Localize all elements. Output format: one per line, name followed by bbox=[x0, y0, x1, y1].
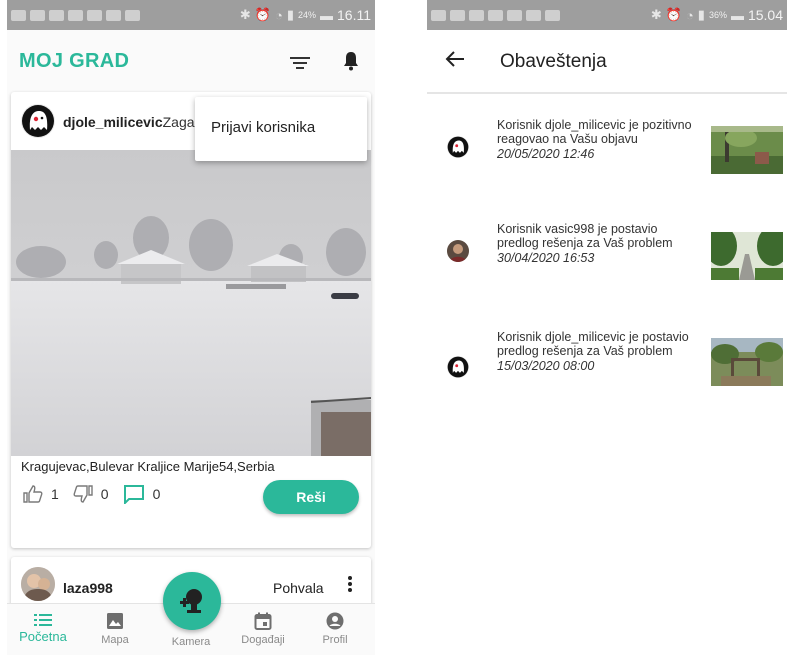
notification-thumbnail bbox=[711, 232, 783, 280]
user-photo-icon bbox=[21, 567, 55, 601]
alarm-icon: ⏰ bbox=[254, 7, 271, 22]
alarm-icon: ⏰ bbox=[665, 7, 682, 22]
status-bar: ✱ ⏰ ◔ ▮ 24% ▬ 16.11 bbox=[7, 0, 375, 30]
signal-icon: ▮ bbox=[286, 7, 294, 22]
ghost-avatar-icon bbox=[22, 105, 54, 137]
notification-icons bbox=[7, 9, 140, 21]
notification-avatar bbox=[447, 240, 469, 262]
post-location: Kragujevac,Bulevar Kraljice Marije54,Ser… bbox=[21, 459, 275, 474]
page-title: Obaveštenja bbox=[500, 51, 607, 72]
notification-text: Korisnik djole_milicevic je postavio pre… bbox=[497, 330, 697, 373]
nav-label-home: Početna bbox=[19, 629, 67, 644]
image-icon bbox=[107, 613, 123, 629]
filter-icon[interactable] bbox=[290, 54, 310, 70]
notification-thumbnail bbox=[711, 126, 783, 174]
post-image[interactable] bbox=[11, 150, 371, 456]
list-icon bbox=[34, 614, 52, 626]
snow-landscape-photo bbox=[11, 150, 371, 456]
battery-percent: 36% bbox=[708, 10, 727, 20]
nav-label-profile: Profil bbox=[322, 634, 348, 646]
notification-text: Korisnik vasic998 je postavio predlog re… bbox=[497, 222, 697, 265]
notification-date: 20/05/2020 12:46 bbox=[497, 147, 595, 161]
notification-thumbnail bbox=[711, 338, 783, 386]
notification-message: Korisnik vasic998 je postavio predlog re… bbox=[497, 222, 673, 250]
app-title: MOJ GRAD bbox=[19, 50, 130, 72]
nav-label-map: Mapa bbox=[101, 634, 129, 646]
notification-message: Korisnik djole_milicevic je pozitivno re… bbox=[497, 118, 692, 146]
app-bar: MOJ GRAD bbox=[7, 30, 375, 90]
bluetooth-icon: ✱ bbox=[650, 7, 662, 22]
left-phone-screen: ✱ ⏰ ◔ ▮ 24% ▬ 16.11 MOJ GRAD djole_milic… bbox=[7, 0, 375, 655]
nav-item-map[interactable]: Mapa bbox=[79, 610, 151, 646]
signal-icon: ▮ bbox=[697, 7, 705, 22]
back-arrow-icon[interactable] bbox=[445, 50, 465, 68]
overflow-menu: Prijavi korisnika bbox=[195, 97, 367, 161]
reactions-bar: 1 0 0 bbox=[23, 484, 160, 504]
more-options-icon[interactable] bbox=[347, 574, 353, 594]
playground-photo bbox=[711, 338, 783, 386]
notification-item[interactable]: Korisnik djole_milicevic je postavio pre… bbox=[427, 330, 787, 400]
wifi-icon: ◔ bbox=[274, 7, 283, 23]
status-time: 15.04 bbox=[747, 7, 783, 23]
like-count: 1 bbox=[51, 486, 59, 502]
nav-label-events: Događaji bbox=[241, 634, 285, 646]
username-text: djole_milicevic bbox=[63, 114, 163, 130]
notifications-app-bar: Obaveštenja bbox=[427, 30, 787, 94]
right-phone-screen: ✱ ⏰ ◔ ▮ 36% ▬ 15.04 Obaveštenja Korisnik… bbox=[427, 0, 787, 655]
add-report-icon bbox=[180, 589, 202, 613]
battery-percent: 24% bbox=[297, 10, 316, 20]
menu-item-report-user[interactable]: Prijavi korisnika bbox=[211, 119, 315, 136]
notification-date: 30/04/2020 16:53 bbox=[497, 251, 595, 265]
camera-fab[interactable] bbox=[163, 572, 221, 630]
comment-icon[interactable] bbox=[123, 484, 145, 504]
garden-photo bbox=[711, 126, 783, 174]
user-avatar-2[interactable] bbox=[21, 567, 55, 601]
dislike-count: 0 bbox=[100, 486, 109, 502]
wifi-icon: ◔ bbox=[685, 7, 694, 23]
battery-icon: ▬ bbox=[320, 7, 333, 23]
solve-button[interactable]: Reši bbox=[263, 480, 359, 514]
notification-text: Korisnik djole_milicevic je pozitivno re… bbox=[497, 118, 697, 161]
nav-item-events[interactable]: Događaji bbox=[227, 610, 299, 646]
bell-icon[interactable] bbox=[343, 51, 359, 71]
notification-message: Korisnik djole_milicevic je postavio pre… bbox=[497, 330, 689, 358]
comment-count: 0 bbox=[152, 486, 161, 502]
notification-avatar bbox=[447, 136, 469, 158]
ghost-avatar-icon bbox=[447, 136, 469, 158]
ghost-avatar-icon bbox=[447, 356, 469, 378]
park-path-photo bbox=[711, 232, 783, 280]
notification-item[interactable]: Korisnik djole_milicevic je pozitivno re… bbox=[427, 118, 787, 188]
user-photo-icon bbox=[447, 240, 469, 262]
nav-item-home[interactable]: Početna bbox=[7, 610, 79, 644]
user-avatar[interactable] bbox=[21, 104, 55, 138]
notification-date: 15/03/2020 08:00 bbox=[497, 359, 595, 373]
bluetooth-icon: ✱ bbox=[239, 7, 251, 22]
notification-icons-right bbox=[427, 9, 560, 21]
status-time: 16.11 bbox=[337, 7, 371, 23]
account-circle-icon bbox=[326, 612, 344, 630]
status-bar-right: ✱ ⏰ ◔ ▮ 36% ▬ 15.04 bbox=[427, 0, 787, 30]
post2-category: Pohvala bbox=[273, 580, 324, 596]
notification-avatar bbox=[447, 356, 469, 378]
thumbs-up-icon[interactable] bbox=[23, 485, 43, 503]
post2-username[interactable]: laza998 bbox=[63, 580, 113, 596]
calendar-icon bbox=[254, 612, 272, 630]
thumbs-down-icon[interactable] bbox=[73, 485, 93, 503]
notification-item[interactable]: Korisnik vasic998 je postavio predlog re… bbox=[427, 222, 787, 292]
post-username[interactable]: djole_milicevicZagad bbox=[63, 114, 202, 130]
battery-icon: ▬ bbox=[730, 7, 744, 23]
nav-item-profile[interactable]: Profil bbox=[299, 610, 371, 646]
nav-label-camera: Kamera bbox=[171, 636, 211, 648]
